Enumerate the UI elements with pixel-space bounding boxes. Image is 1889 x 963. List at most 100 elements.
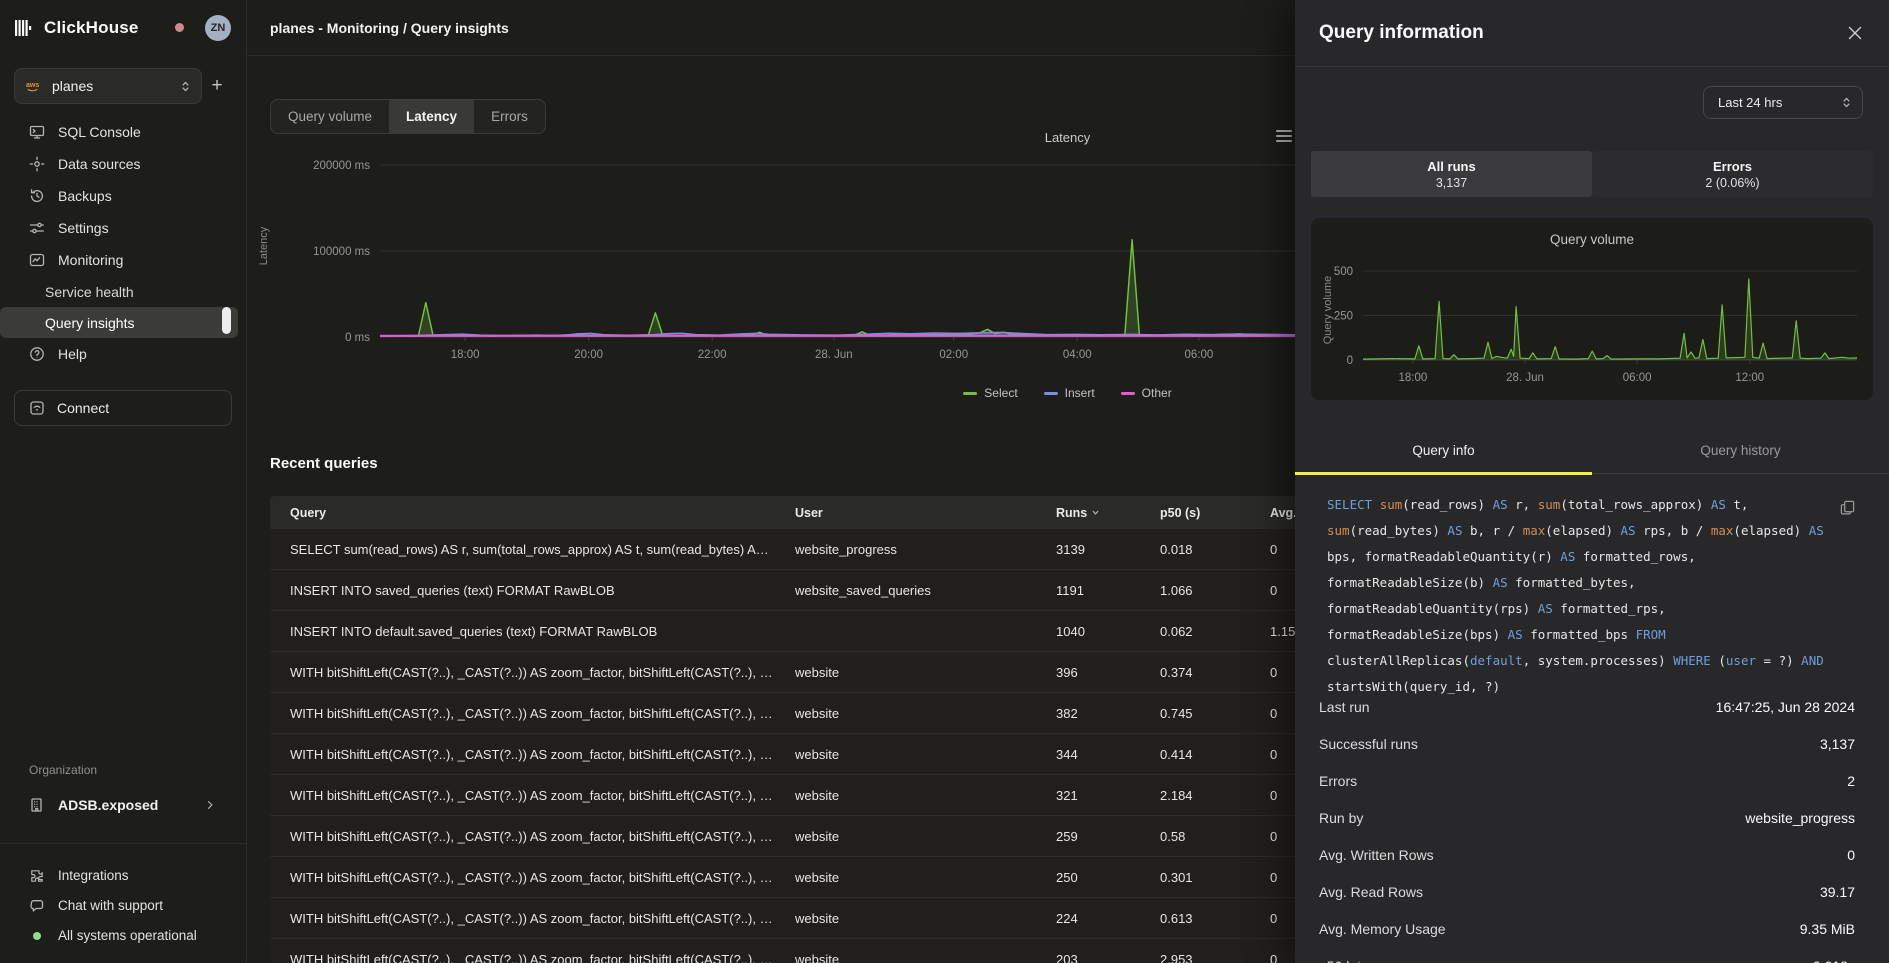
legend-swatch xyxy=(963,392,977,395)
panel-header: Query information xyxy=(1295,0,1889,67)
query-information-panel: Query information Last 24 hrs All runs 3… xyxy=(1295,0,1889,963)
organization-icon xyxy=(29,797,45,813)
svg-text:04:00: 04:00 xyxy=(1063,349,1092,361)
sidebar-item-service-health[interactable]: Service health xyxy=(0,276,246,307)
detail-value: 16:47:25, Jun 28 2024 xyxy=(1716,699,1855,715)
detail-value: 39.17 xyxy=(1820,884,1855,900)
sql-token: (read_bytes) xyxy=(1350,523,1448,538)
add-service-button[interactable]: + xyxy=(202,71,232,101)
sql-token: AND xyxy=(1801,653,1824,668)
sidebar-item-chat-support[interactable]: Chat with support xyxy=(0,890,246,921)
project-name: planes xyxy=(52,78,171,94)
chart-context-menu-icon[interactable] xyxy=(1276,130,1292,145)
sql-token: default xyxy=(1470,653,1523,668)
all-runs-label: All runs xyxy=(1427,159,1475,174)
panel-title: Query information xyxy=(1319,22,1847,44)
sql-token: (elapsed) xyxy=(1733,523,1808,538)
svg-text:200000 ms: 200000 ms xyxy=(313,160,370,172)
avatar[interactable]: ZN xyxy=(205,15,231,41)
column-header-runs[interactable]: Runs xyxy=(1056,506,1160,520)
sql-token: AS xyxy=(1809,523,1824,538)
sql-token: bps, formatReadableQuantity(r) xyxy=(1327,549,1560,564)
sql-token: (elapsed) xyxy=(1545,523,1620,538)
legend-item[interactable]: Other xyxy=(1121,386,1172,400)
query-volume-y-axis-label: Query volume xyxy=(1322,265,1334,355)
sidebar-item-system-status[interactable]: All systems operational xyxy=(0,920,246,951)
tab-query-info[interactable]: Query info xyxy=(1295,428,1592,473)
sidebar-item-query-insights[interactable]: Query insights xyxy=(0,307,238,338)
toggle-errors[interactable]: Errors 2 (0.06%) xyxy=(1592,151,1873,197)
sql-token: r, xyxy=(1515,497,1538,512)
sort-chevron-icon xyxy=(1091,508,1100,517)
svg-text:06:00: 06:00 xyxy=(1623,372,1652,384)
query-cell: SELECT sum(read_rows) AS r, sum(total_ro… xyxy=(290,542,795,557)
query-cell: WITH bitShiftLeft(CAST(?..), _CAST(?..))… xyxy=(290,747,795,762)
svg-text:0: 0 xyxy=(1347,355,1353,367)
detail-value: 9.35 MiB xyxy=(1800,921,1855,937)
legend-swatch xyxy=(1121,392,1135,395)
clickhouse-logo-icon[interactable] xyxy=(15,19,35,37)
sidebar-nav: SQL Console Data sources Backups Setting… xyxy=(0,116,246,426)
runs-cell: 1191 xyxy=(1056,583,1160,598)
query-cell: WITH bitShiftLeft(CAST(?..), _CAST(?..))… xyxy=(290,706,795,721)
runs-cell: 344 xyxy=(1056,747,1160,762)
legend-item[interactable]: Select xyxy=(963,386,1017,400)
p50-cell: 2.953 xyxy=(1160,952,1270,963)
updown-chevron-icon xyxy=(180,80,191,93)
settings-sliders-icon xyxy=(29,220,45,236)
errors-label: Errors xyxy=(1713,159,1752,174)
organization-section-label: Organization xyxy=(29,763,97,777)
project-selector[interactable]: aws planes xyxy=(14,68,202,104)
p50-cell: 1.066 xyxy=(1160,583,1270,598)
legend-label: Insert xyxy=(1065,386,1095,400)
sql-token: AS xyxy=(1560,549,1583,564)
sidebar-item-monitoring[interactable]: Monitoring xyxy=(0,244,246,276)
user-cell: website xyxy=(795,870,1056,885)
user-cell: website xyxy=(795,665,1056,680)
sidebar: ClickHouse ZN aws planes + xyxy=(0,0,247,963)
scrollbar-thumb[interactable] xyxy=(222,307,231,334)
close-icon[interactable] xyxy=(1847,25,1863,41)
panel-tabs: Query info Query history xyxy=(1295,428,1889,474)
sql-console-icon xyxy=(29,124,45,140)
tab-query-history[interactable]: Query history xyxy=(1592,428,1889,473)
copy-icon[interactable] xyxy=(1840,500,1855,515)
detail-row: Run by website_progress xyxy=(1319,799,1855,836)
sidebar-item-label: Help xyxy=(58,346,87,362)
sidebar-item-backups[interactable]: Backups xyxy=(0,180,246,212)
sidebar-item-data-sources[interactable]: Data sources xyxy=(0,148,246,180)
legend-item[interactable]: Insert xyxy=(1044,386,1095,400)
svg-text:100000 ms: 100000 ms xyxy=(313,246,370,258)
column-header-query[interactable]: Query xyxy=(290,506,795,520)
column-header-p50[interactable]: p50 (s) xyxy=(1160,506,1270,520)
p50-cell: 0.58 xyxy=(1160,829,1270,844)
notification-dot xyxy=(175,23,184,32)
svg-text:18:00: 18:00 xyxy=(1399,372,1428,384)
runs-cell: 224 xyxy=(1056,911,1160,926)
organization-selector[interactable]: ADSB.exposed xyxy=(0,789,246,821)
updown-chevron-icon xyxy=(1841,96,1852,109)
sidebar-item-settings[interactable]: Settings xyxy=(0,212,246,244)
time-range-select[interactable]: Last 24 hrs xyxy=(1703,86,1863,119)
column-header-user[interactable]: User xyxy=(795,506,1056,520)
runs-cell: 250 xyxy=(1056,870,1160,885)
svg-text:02:00: 02:00 xyxy=(939,349,968,361)
connect-button[interactable]: Connect xyxy=(14,390,232,426)
detail-label: Avg. Written Rows xyxy=(1319,847,1434,863)
latency-chart[interactable]: 200000 ms100000 ms0 ms18:0020:0022:0028.… xyxy=(246,128,1295,373)
chat-bubble-icon xyxy=(29,898,45,914)
sidebar-item-help[interactable]: Help xyxy=(0,338,246,370)
detail-label: Run by xyxy=(1319,810,1363,826)
toggle-all-runs[interactable]: All runs 3,137 xyxy=(1311,151,1592,197)
detail-row: Errors 2 xyxy=(1319,762,1855,799)
runs-cell: 321 xyxy=(1056,788,1160,803)
sidebar-item-sql-console[interactable]: SQL Console xyxy=(0,116,246,148)
sidebar-item-integrations[interactable]: Integrations xyxy=(0,860,246,891)
runs-header-label: Runs xyxy=(1056,506,1087,520)
query-cell: INSERT INTO saved_queries (text) FORMAT … xyxy=(290,583,795,598)
sql-token: = ?) xyxy=(1764,653,1802,668)
sql-token: AS xyxy=(1538,601,1561,616)
p50-cell: 0.613 xyxy=(1160,911,1270,926)
sidebar-item-label: Monitoring xyxy=(58,252,123,268)
connect-label: Connect xyxy=(57,400,109,416)
